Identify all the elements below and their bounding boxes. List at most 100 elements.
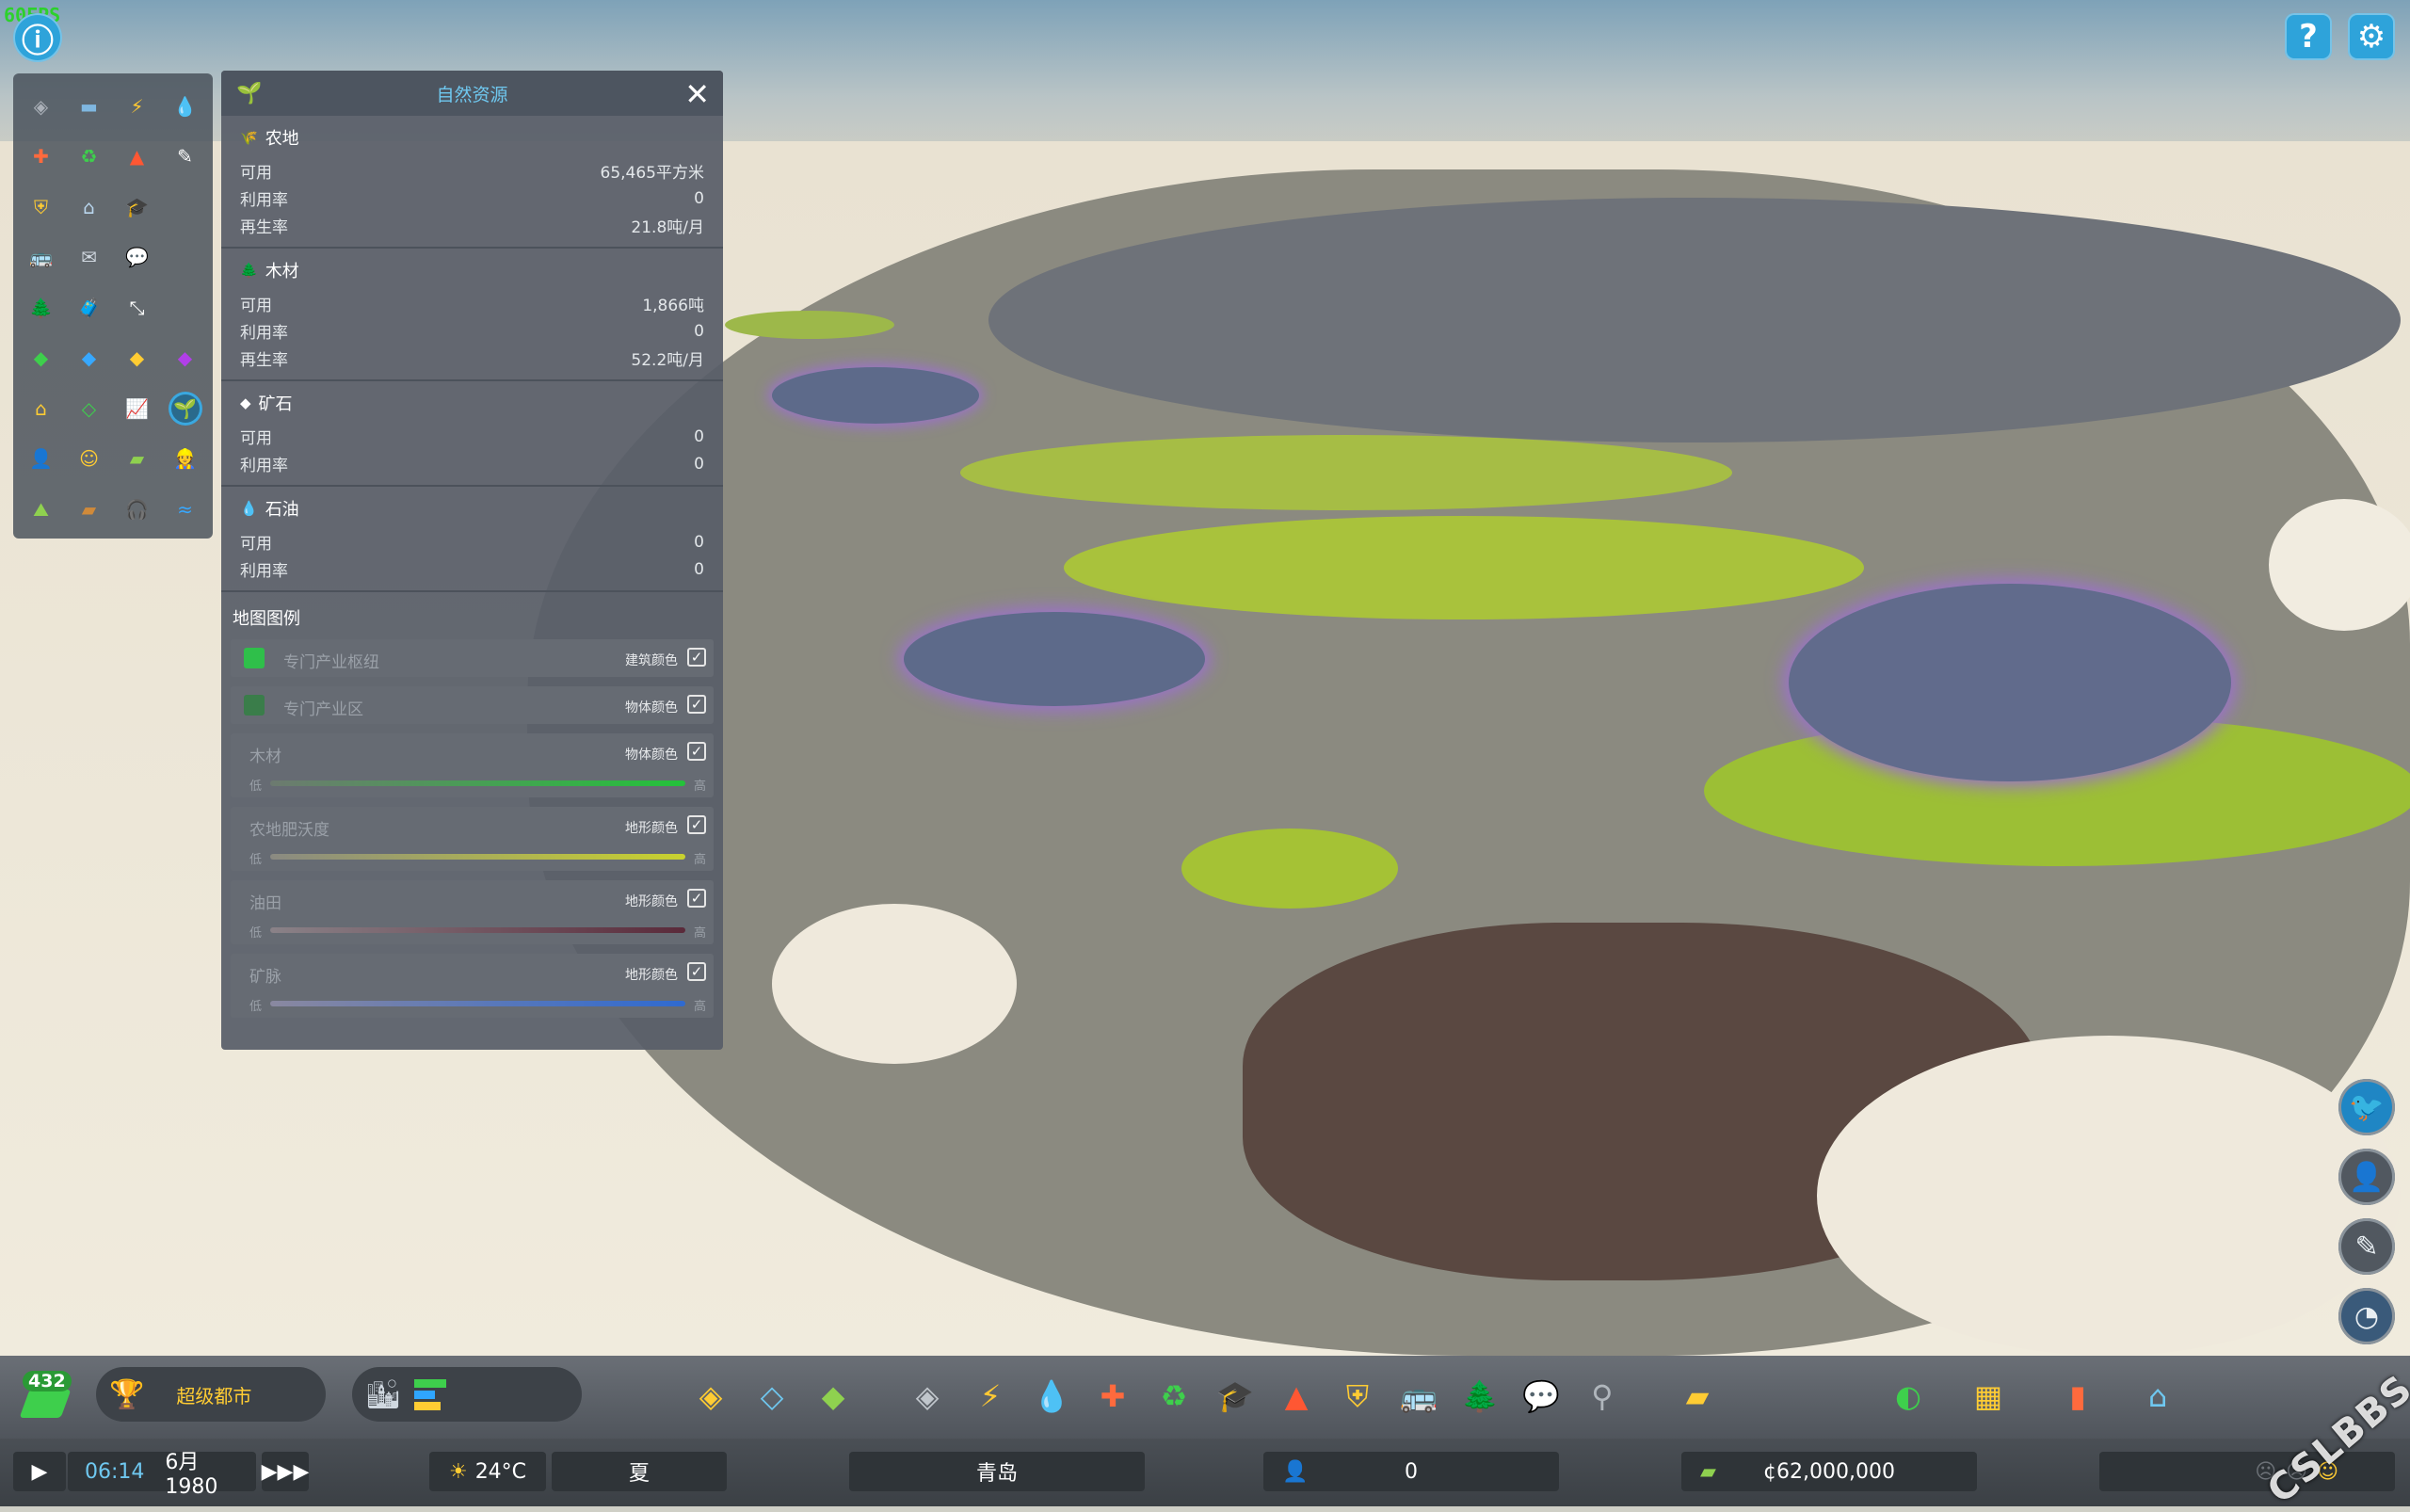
police-icon: ⛨ xyxy=(34,195,48,218)
info-view-police[interactable]: ⛨ xyxy=(17,182,65,233)
water-tool-icon[interactable]: 💧 xyxy=(1028,1373,1075,1420)
game-time: 06:14 xyxy=(85,1459,145,1484)
legend-item: 专门产业枢纽 建筑颜色 ✓ xyxy=(231,639,714,677)
radio-icon[interactable]: ◔ xyxy=(2338,1288,2395,1344)
info-view-park[interactable]: 🌲 xyxy=(17,282,65,333)
panel-header[interactable]: 🌱 自然资源 ✕ xyxy=(221,71,723,116)
milestone-icon[interactable]: 432 xyxy=(19,1371,73,1424)
info-view-residential-zone[interactable]: ◆ xyxy=(17,333,65,384)
legend-checkbox[interactable]: ✓ xyxy=(687,962,706,981)
education-tool-icon[interactable]: 🎓 xyxy=(1212,1373,1259,1420)
money: ¢62,000,000 xyxy=(1763,1459,1895,1484)
resource-icon: 💧 xyxy=(240,500,258,517)
info-view-water[interactable]: 💧 xyxy=(161,81,209,132)
resource-row: 利用率 0 xyxy=(240,185,704,212)
noise-icon: 🎧 xyxy=(125,497,149,521)
garbage-tool-icon[interactable]: ♻ xyxy=(1150,1373,1197,1420)
roads-icon[interactable]: ◈ xyxy=(904,1373,951,1420)
info-views-grid: ◈ ▬ ⚡ 💧 ✚ ♻ ▲ ✎ ⛨ ⌂ 🎓 🚌 ✉ 💬 🌲 🧳 ⤡ ◆ ◆ ◆ ◆ ⌂ ◇ 📈 🌱 👤 ☺ ▰ 👷 ⛰ ▰ 🎧 ≈ xyxy=(13,73,213,539)
info-view-health[interactable]: ✚ xyxy=(17,132,65,183)
settings-button[interactable]: ⚙ xyxy=(2348,13,2395,60)
chirper-tool-icon[interactable]: 💬 xyxy=(1518,1373,1565,1420)
industrial-demand-bar xyxy=(414,1402,442,1410)
info-view-office-zone[interactable]: ◆ xyxy=(161,333,209,384)
legend-gradient-bar xyxy=(270,1001,685,1006)
resource-name: 矿石 xyxy=(258,394,293,414)
play-button[interactable]: ▶ xyxy=(13,1452,66,1491)
legend-checkbox[interactable]: ✓ xyxy=(687,742,706,761)
close-icon[interactable]: ✕ xyxy=(684,76,710,112)
info-view-commercial-zone[interactable]: ◆ xyxy=(65,333,113,384)
garbage-icon: ♻ xyxy=(80,145,98,169)
info-view-land-value[interactable]: ◇ xyxy=(65,383,113,434)
info-view-education[interactable]: 🎓 xyxy=(113,182,161,233)
transport-tool-icon[interactable]: 🚌 xyxy=(1395,1373,1442,1420)
info-view-outside-connection[interactable]: ⤡ xyxy=(113,282,161,333)
legend-checkbox[interactable]: ✓ xyxy=(687,695,706,714)
city-name-box[interactable]: 青岛 xyxy=(849,1452,1145,1491)
info-view-pollution[interactable]: ▰ xyxy=(65,484,113,535)
policies-icon[interactable]: ◐ xyxy=(1885,1373,1932,1420)
land-value-tool-icon[interactable]: ◆ xyxy=(810,1373,857,1420)
info-view-garbage[interactable]: ♻ xyxy=(65,132,113,183)
electricity-tool-icon[interactable]: ⚡ xyxy=(967,1373,1014,1420)
info-view-happiness[interactable]: ☺ xyxy=(65,434,113,485)
electricity-icon: ⚡ xyxy=(130,94,144,118)
speed-button[interactable]: ▶▶▶ xyxy=(262,1452,309,1491)
info-view-citizen[interactable]: 👤 xyxy=(17,434,65,485)
resource-row-value: 0 xyxy=(694,188,704,208)
info-view-traffic[interactable]: ▬ xyxy=(65,81,113,132)
money-box[interactable]: ▰ ¢62,000,000 xyxy=(1681,1452,1977,1491)
residential-zone-icon: ◆ xyxy=(33,346,49,370)
notes-icon[interactable]: ✎ xyxy=(2338,1218,2395,1275)
police-tool-icon[interactable]: ⛨ xyxy=(1334,1373,1381,1420)
info-view-employment[interactable]: 👷 xyxy=(161,434,209,485)
info-view-road[interactable]: ◈ xyxy=(17,81,65,132)
info-view-fire[interactable]: ▲ xyxy=(113,132,161,183)
info-view-money[interactable]: ▰ xyxy=(113,434,161,485)
info-view-tourism[interactable]: 🧳 xyxy=(65,282,113,333)
info-view-chat[interactable]: 💬 xyxy=(113,233,161,283)
resource-sections: 🌾 农地 可用 65,465平方米 利用率 0 再生率 21.8吨/月 🌲 木材 可用 1,866吨利… xyxy=(221,116,723,592)
legend-low-label: 低 xyxy=(249,1000,263,1014)
natural-resources-panel: 🌱 自然资源 ✕ 🌾 农地 可用 65,465平方米 利用率 0 再生率 21.8吨/月 🌲 木材… xyxy=(221,71,723,1050)
info-view-housing[interactable]: ⌂ xyxy=(17,383,65,434)
legend-list: 专门产业枢纽 建筑颜色 ✓ 专门产业区 物体颜色 ✓ 木材 物体颜色 ✓ 低高农地肥沃度 地形颜色 ✓… xyxy=(221,639,723,1018)
clock-box: 06:14 6月 1980 xyxy=(68,1451,256,1499)
healthcare-tool-icon[interactable]: ✚ xyxy=(1089,1373,1136,1420)
parks-tool-icon[interactable]: 🌲 xyxy=(1456,1373,1503,1420)
landscaping-tool-icon[interactable]: ⚲ xyxy=(1579,1373,1626,1420)
milestone-pill[interactable]: 🏆 超级都市 xyxy=(96,1367,326,1422)
zoning-icon[interactable]: ◈ xyxy=(687,1373,734,1420)
chat-icon: 💬 xyxy=(125,246,149,269)
info-view-public-transport[interactable]: 🚌 xyxy=(17,233,65,283)
help-button[interactable]: ? xyxy=(2285,13,2332,60)
fire-tool-icon[interactable]: ▲ xyxy=(1273,1373,1320,1420)
legend-checkbox[interactable]: ✓ xyxy=(687,648,706,667)
citizen-view-icon[interactable]: 👤 xyxy=(2338,1149,2395,1205)
population-box: 👤 0 xyxy=(1263,1452,1559,1491)
info-view-water-table[interactable]: ≈ xyxy=(161,484,209,535)
info-view-noise[interactable]: 🎧 xyxy=(113,484,161,535)
resource-row-label: 利用率 xyxy=(240,324,288,343)
info-view-mail[interactable]: ✉ xyxy=(65,233,113,283)
unique-buildings-icon[interactable]: ⌂ xyxy=(2134,1373,2181,1420)
office-zone-icon: ◆ xyxy=(177,346,193,370)
info-view-terrain[interactable]: ⛰ xyxy=(17,484,65,535)
info-view-maintenance[interactable]: ✎ xyxy=(161,132,209,183)
demand-pill[interactable]: 🏙 xyxy=(352,1367,582,1422)
chirper-bird-icon[interactable]: 🐦 xyxy=(2338,1079,2395,1135)
economy-icon[interactable]: ▮ xyxy=(2054,1373,2101,1420)
info-view-statistics[interactable]: 📈 xyxy=(113,383,161,434)
info-view-natural-resources[interactable]: 🌱 xyxy=(161,383,209,434)
bulldozer-icon[interactable]: ▰ xyxy=(1674,1373,1721,1420)
legend-checkbox[interactable]: ✓ xyxy=(687,815,706,834)
info-button[interactable]: ⓘ xyxy=(13,13,62,62)
map-icon[interactable]: ▦ xyxy=(1965,1373,2012,1420)
info-view-industrial-zone[interactable]: ◆ xyxy=(113,333,161,384)
district-icon[interactable]: ◇ xyxy=(748,1373,795,1420)
population: 0 xyxy=(1405,1459,1418,1484)
info-view-electricity[interactable]: ⚡ xyxy=(113,81,161,132)
info-view-landmark[interactable]: ⌂ xyxy=(65,182,113,233)
legend-checkbox[interactable]: ✓ xyxy=(687,889,706,908)
